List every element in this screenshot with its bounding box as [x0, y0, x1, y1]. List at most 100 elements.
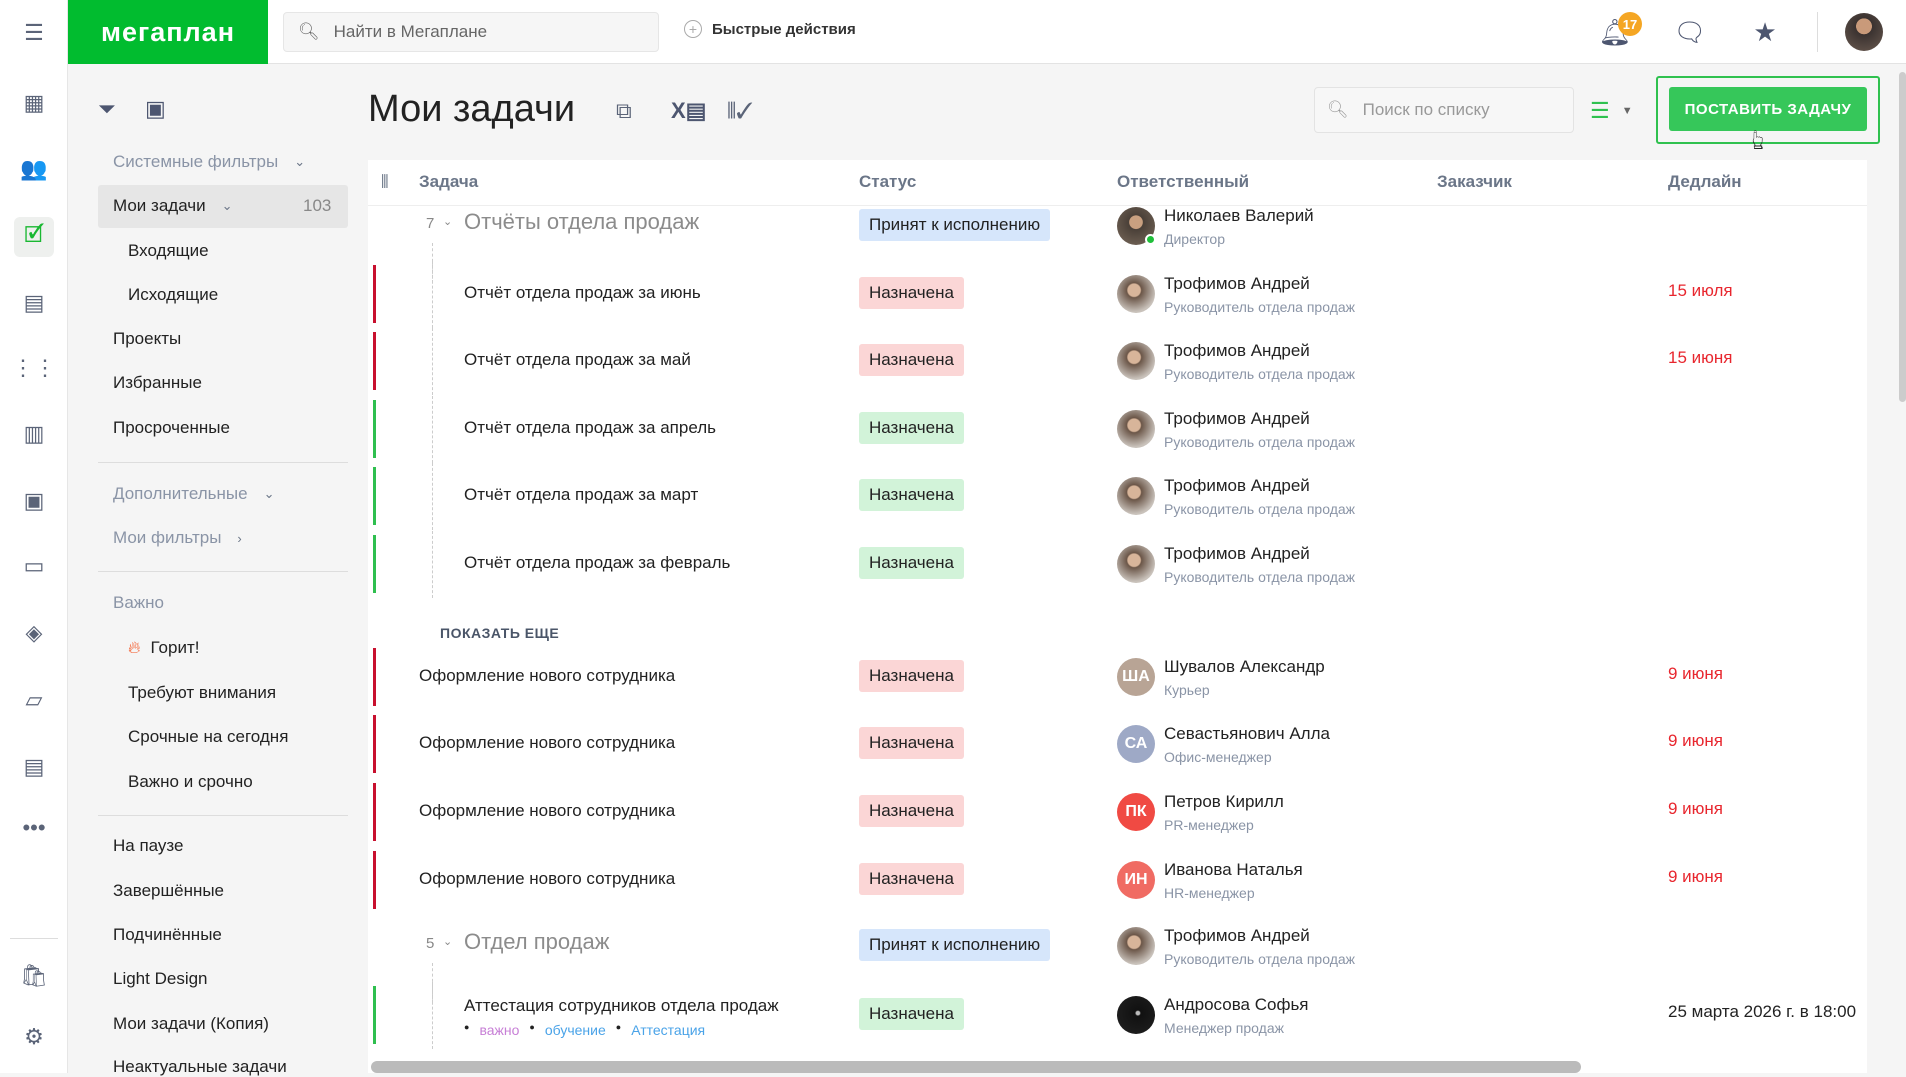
vertical-scrollbar[interactable]	[1899, 72, 1906, 402]
status-badge[interactable]: Назначена	[859, 795, 964, 827]
task-name[interactable]: Отчёт отдела продаж за июнь	[464, 283, 701, 303]
avatar[interactable]: ПК	[1117, 793, 1155, 831]
deals-icon[interactable]: ⋮⋮	[12, 348, 56, 388]
responsible-name[interactable]: Иванова Наталья	[1164, 860, 1303, 880]
folder-icon[interactable]: ▱	[14, 680, 54, 720]
show-more-link[interactable]: ПОКАЗАТЬ ЕЩЕ	[440, 625, 559, 641]
table-row[interactable]: Отчёт отдела продаж за июнь Назначена Троф…	[368, 261, 1867, 328]
add-task-button[interactable]: ПОСТАВИТЬ ЗАДАЧУ	[1669, 87, 1867, 131]
filter-additional[interactable]: Дополнительные ⌄	[113, 484, 274, 504]
table-row[interactable]: Аттестация сотрудников отдела продаж ● ва…	[368, 982, 1867, 1049]
task-name[interactable]: Аттестация сотрудников отдела продаж	[464, 996, 779, 1016]
contacts-icon[interactable]: 👥	[14, 149, 54, 189]
filter-my-tasks-copy[interactable]: Мои задачи (Копия)	[113, 1014, 269, 1034]
avatar[interactable]: ША	[1117, 658, 1155, 696]
filter-overdue[interactable]: Просроченные	[113, 418, 230, 438]
list-search-input[interactable]: 🔍︎ Поиск по списку	[1314, 87, 1574, 133]
reports-icon[interactable]: ▥	[14, 414, 54, 454]
messages-icon[interactable]: 🗨	[1672, 14, 1708, 50]
employees-icon[interactable]: ▣	[14, 481, 54, 521]
task-name[interactable]: Отчёт отдела продаж за февраль	[464, 553, 730, 573]
chevron-down-icon[interactable]: ⌄	[443, 215, 452, 228]
tag[interactable]: Аттестация	[631, 1022, 705, 1038]
status-badge[interactable]: Назначена	[859, 479, 964, 511]
global-search[interactable]: 🔍︎ Найти в Мегаплане	[283, 12, 659, 52]
avatar[interactable]	[1117, 996, 1155, 1034]
responsible-name[interactable]: Трофимов Андрей	[1164, 341, 1310, 361]
responsible-name[interactable]: Трофимов Андрей	[1164, 274, 1310, 294]
status-badge[interactable]: Назначена	[859, 863, 964, 895]
task-name[interactable]: Оформление нового сотрудника	[419, 666, 675, 686]
table-row[interactable]: Отчёт отдела продаж за февраль Назначена Т…	[368, 531, 1867, 598]
filter-outgoing[interactable]: Исходящие	[128, 285, 218, 305]
group-row[interactable]: 5 ⌄ Отдел продаж Принят к исполнению Трофимо…	[368, 913, 1867, 1003]
column-config-icon[interactable]: ⫴	[381, 172, 389, 193]
responsible-name[interactable]: Николаев Валерий	[1164, 206, 1314, 226]
column-header-customer[interactable]: Заказчик	[1437, 172, 1512, 192]
table-row[interactable]: Оформление нового сотрудника Назначена ПК П…	[368, 779, 1867, 846]
status-badge[interactable]: Принят к исполнению	[859, 209, 1051, 241]
filter-attention[interactable]: Требуют внимания	[128, 683, 276, 703]
status-badge[interactable]: Назначена	[859, 547, 964, 579]
filter-irrelevant[interactable]: Неактуальные задачи	[113, 1057, 287, 1077]
table-row[interactable]: Отчёт отдела продаж за апрель Назначена Тр…	[368, 396, 1867, 463]
table-row[interactable]: Оформление нового сотрудника Назначена ИН И…	[368, 847, 1867, 914]
documents-icon[interactable]: ▤	[14, 747, 54, 787]
filter-favorites[interactable]: Избранные	[113, 373, 202, 393]
subtask-count[interactable]: 5	[426, 935, 434, 952]
column-settings-icon[interactable]: ⫴✓	[727, 98, 753, 124]
filter-important-urgent[interactable]: Важно и срочно	[128, 772, 253, 792]
column-header-responsible[interactable]: Ответственный	[1117, 172, 1249, 192]
table-row[interactable]: Отчёт отдела продаж за март Назначена Троф…	[368, 463, 1867, 530]
task-name[interactable]: Оформление нового сотрудника	[419, 869, 675, 889]
filter-projects[interactable]: Проекты	[113, 329, 181, 349]
chevron-down-icon[interactable]: ⌄	[443, 935, 452, 948]
status-badge[interactable]: Назначена	[859, 277, 964, 309]
filter-system[interactable]: Системные фильтры ⌄	[113, 152, 305, 172]
column-header-deadline[interactable]: Дедлайн	[1668, 172, 1742, 192]
responsible-name[interactable]: Андросова Софья	[1164, 995, 1309, 1015]
task-name[interactable]: Оформление нового сотрудника	[419, 733, 675, 753]
filter-urgent-today[interactable]: Срочные на сегодня	[128, 727, 288, 747]
tag[interactable]: обучение	[545, 1022, 606, 1038]
more-icon[interactable]: •••	[14, 808, 54, 848]
responsible-name[interactable]: Шувалов Александр	[1164, 657, 1325, 677]
status-badge[interactable]: Назначена	[859, 727, 964, 759]
filter-light-design[interactable]: Light Design	[113, 969, 208, 989]
store-icon[interactable]: 🛍	[14, 956, 54, 996]
filter-my-tasks[interactable]: Мои задачи ⌄ 103	[113, 196, 331, 216]
status-badge[interactable]: Назначена	[859, 998, 964, 1030]
filter-completed[interactable]: Завершённые	[113, 881, 224, 901]
task-name[interactable]: Отчёт отдела продаж за апрель	[464, 418, 716, 438]
view-mode-dropdown[interactable]: ☰ ▼	[1590, 98, 1633, 124]
status-badge[interactable]: Назначена	[859, 344, 964, 376]
filter-subordinate[interactable]: Подчинённые	[113, 925, 222, 945]
responsible-name[interactable]: Петров Кирилл	[1164, 792, 1284, 812]
filter-incoming[interactable]: Входящие	[128, 241, 209, 261]
table-row[interactable]: Отчёт отдела продаж за май Назначена Трофи…	[368, 328, 1867, 395]
filter-important[interactable]: Важно	[113, 593, 164, 613]
star-icon[interactable]: ★	[1747, 14, 1783, 50]
copy-icon[interactable]: ⧉	[616, 98, 632, 124]
user-avatar[interactable]	[1845, 13, 1883, 51]
avatar[interactable]	[1117, 927, 1155, 965]
avatar[interactable]: ИН	[1117, 861, 1155, 899]
avatar[interactable]: СА	[1117, 725, 1155, 763]
avatar[interactable]	[1117, 275, 1155, 313]
group-name[interactable]: Отдел продаж	[464, 929, 609, 955]
group-row[interactable]: 7 ⌄ Отчёты отдела продаж Принят к исполнени…	[368, 193, 1867, 283]
table-row[interactable]: Оформление нового сотрудника Назначена СА С…	[368, 711, 1867, 778]
avatar[interactable]	[1117, 207, 1156, 245]
filter-my-filters[interactable]: Мои фильтры ›	[113, 528, 242, 548]
responsible-name[interactable]: Трофимов Андрей	[1164, 409, 1310, 429]
responsible-name[interactable]: Трофимов Андрей	[1164, 926, 1310, 946]
status-badge[interactable]: Назначена	[859, 660, 964, 692]
menu-icon[interactable]: ☰	[14, 13, 54, 53]
responsible-name[interactable]: Трофимов Андрей	[1164, 544, 1310, 564]
avatar[interactable]	[1117, 342, 1155, 380]
table-row[interactable]: Оформление нового сотрудника Назначена ША Ш…	[368, 644, 1867, 711]
column-header-status[interactable]: Статус	[859, 172, 916, 192]
settings-icon[interactable]: ⚙	[14, 1017, 54, 1057]
task-name[interactable]: Отчёт отдела продаж за март	[464, 485, 698, 505]
status-badge[interactable]: Назначена	[859, 412, 964, 444]
